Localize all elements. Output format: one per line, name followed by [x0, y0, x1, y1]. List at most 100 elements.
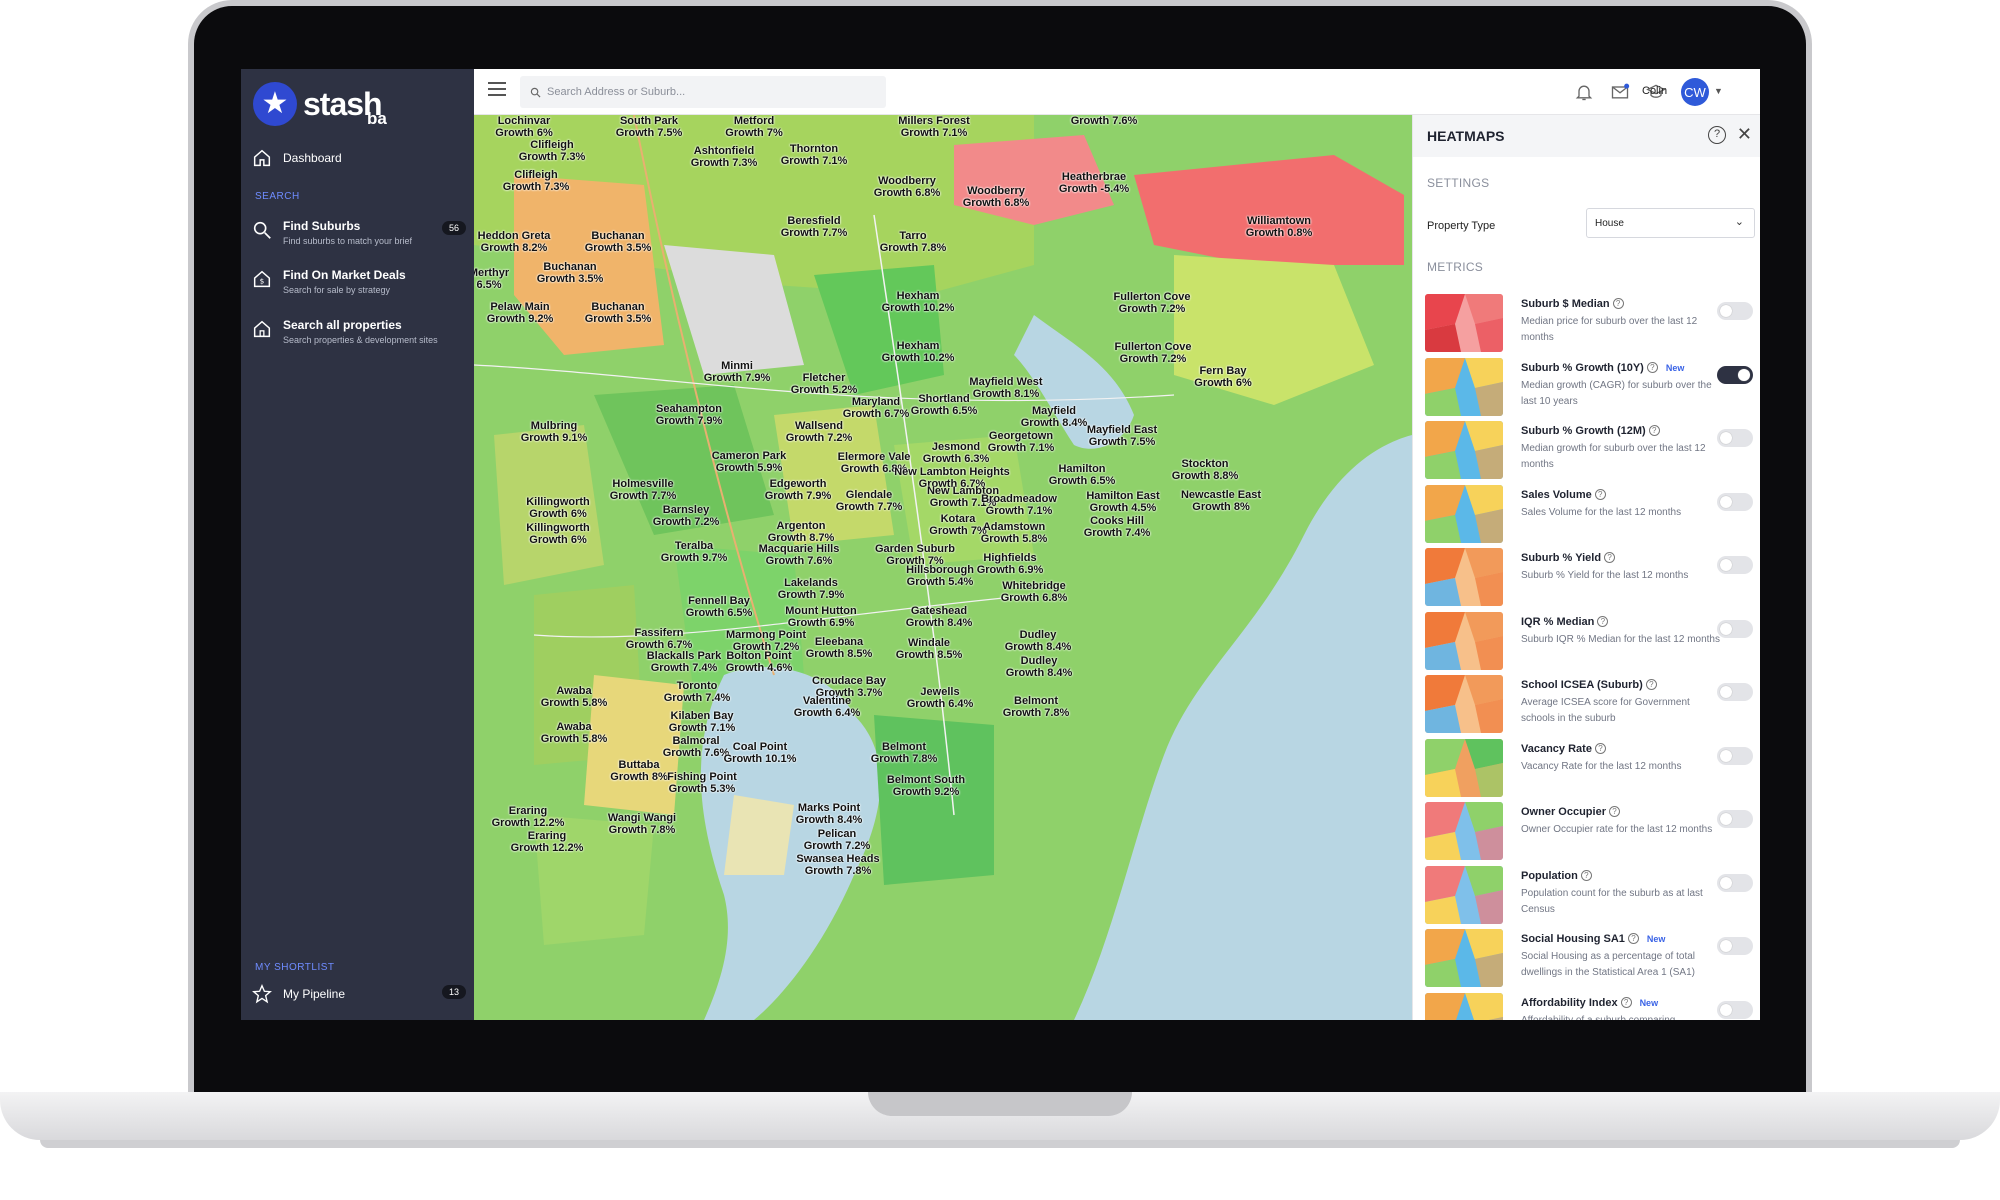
suburb-label[interactable]: Mayfield Growth 8.4% — [1021, 405, 1088, 429]
suburb-label[interactable]: Buttaba Growth 8% — [610, 759, 667, 783]
metric-toggle[interactable] — [1717, 365, 1753, 384]
suburb-label[interactable]: Mayfield West Growth 8.1% — [969, 376, 1042, 400]
hamburger-menu-icon[interactable] — [488, 82, 506, 98]
suburb-label[interactable]: Heddon Greta Growth 8.2% — [478, 230, 551, 254]
suburb-label[interactable]: Valentine Growth 6.4% — [794, 695, 861, 719]
metric-toggle[interactable] — [1717, 746, 1753, 765]
metric-toggle[interactable] — [1717, 619, 1753, 638]
metric-toggle[interactable] — [1717, 429, 1753, 447]
suburb-label[interactable]: Fassifern Growth 6.7% — [626, 627, 693, 651]
suburb-label[interactable]: Buchanan Growth 3.5% — [537, 261, 604, 285]
suburb-label[interactable]: Lakelands Growth 7.9% — [778, 577, 845, 601]
user-avatar[interactable]: CW — [1681, 78, 1709, 106]
suburb-label[interactable]: Clifleigh Growth 7.3% — [503, 169, 570, 193]
suburb-label[interactable]: Belmont South Growth 9.2% — [887, 774, 965, 798]
suburb-label[interactable]: Fishing Point Growth 5.3% — [667, 771, 737, 795]
suburb-label[interactable]: Highfields Growth 6.9% — [977, 552, 1044, 576]
mail-icon[interactable] — [1610, 82, 1630, 102]
info-icon[interactable]: ? — [1597, 615, 1609, 627]
suburb-label[interactable]: Shortland Growth 6.5% — [911, 393, 978, 417]
suburb-label[interactable]: Wallsend Growth 7.2% — [786, 420, 853, 444]
suburb-label[interactable]: Macquarie Hills Growth 7.6% — [759, 543, 840, 567]
suburb-label[interactable]: Minmi Growth 7.9% — [704, 360, 771, 384]
suburb-label[interactable]: Adamstown Growth 5.8% — [981, 521, 1048, 545]
info-icon[interactable]: ? — [1604, 552, 1616, 563]
suburb-label[interactable]: Lochinvar Growth 6% — [495, 115, 552, 139]
suburb-label[interactable]: Killingworth Growth 6% — [526, 522, 590, 546]
suburb-label[interactable]: Fern Bay Growth 6% — [1194, 365, 1251, 389]
suburb-label[interactable]: Awaba Growth 5.8% — [541, 721, 608, 745]
suburb-label[interactable]: Jewells Growth 6.4% — [907, 686, 974, 710]
suburb-label[interactable]: Mayfield East Growth 7.5% — [1087, 424, 1157, 448]
metric-toggle[interactable] — [1717, 683, 1753, 701]
suburb-label[interactable]: Hamilton Growth 6.5% — [1049, 463, 1116, 487]
suburb-label[interactable]: Ashtonfield Growth 7.3% — [691, 145, 758, 169]
suburb-label[interactable]: Cooks Hill Growth 7.4% — [1084, 515, 1151, 539]
suburb-label[interactable]: Pelaw Main Growth 9.2% — [487, 301, 554, 325]
suburb-label[interactable]: Whitebridge Growth 6.8% — [1001, 580, 1068, 604]
suburb-label[interactable]: Toronto Growth 7.4% — [664, 680, 731, 704]
metric-toggle[interactable] — [1717, 302, 1753, 320]
suburb-label[interactable]: Killingworth Growth 6% — [526, 496, 590, 520]
suburb-label[interactable]: Wangi Wangi Growth 7.8% — [608, 812, 676, 836]
suburb-label[interactable]: Metford Growth 7% — [725, 115, 782, 139]
metric-toggle[interactable] — [1717, 937, 1753, 955]
suburb-label[interactable]: Cameron Park Growth 5.9% — [712, 450, 787, 474]
info-icon[interactable]: ? — [1646, 361, 1658, 373]
suburb-label[interactable]: Hamilton East Growth 4.5% — [1086, 490, 1159, 514]
nav-my-pipeline[interactable]: My Pipeline 13 — [251, 983, 466, 1005]
suburb-label[interactable]: Eraring Growth 12.2% — [511, 830, 584, 854]
suburb-label[interactable]: Fennell Bay Growth 6.5% — [686, 595, 753, 619]
suburb-label[interactable]: Mount Hutton Growth 6.9% — [785, 605, 856, 629]
suburb-label[interactable]: Georgetown Growth 7.1% — [988, 430, 1055, 454]
suburb-label[interactable]: Maryland Growth 6.7% — [843, 396, 910, 420]
suburb-label[interactable]: Jesmond Growth 6.3% — [923, 441, 990, 465]
suburb-label[interactable]: Pelican Growth 7.2% — [804, 828, 871, 852]
chevron-down-icon[interactable]: ▼ — [1714, 86, 1723, 96]
suburb-label[interactable]: Coal Point Growth 10.1% — [724, 741, 797, 765]
metric-toggle[interactable] — [1717, 492, 1753, 511]
suburb-label[interactable]: Growth 7.6% — [1071, 115, 1138, 127]
suburb-label[interactable]: Belmont Growth 7.8% — [871, 741, 938, 765]
property-type-select[interactable]: House ⌄ — [1586, 208, 1755, 238]
suburb-label[interactable]: Holmesville Growth 7.7% — [610, 478, 677, 502]
suburb-label[interactable]: Woodberry Growth 6.8% — [963, 185, 1030, 209]
suburb-label[interactable]: Balmoral Growth 7.6% — [663, 735, 730, 759]
nav-dashboard[interactable]: Dashboard — [251, 147, 466, 169]
suburb-label[interactable]: Awaba Growth 5.8% — [541, 685, 608, 709]
suburb-label[interactable]: Tarro Growth 7.8% — [880, 230, 947, 254]
address-search-input[interactable] — [547, 86, 877, 98]
suburb-label[interactable]: Buchanan Growth 3.5% — [585, 230, 652, 254]
suburb-label[interactable]: Eleebana Growth 8.5% — [806, 636, 873, 660]
suburb-label[interactable]: Kotara Growth 7% — [929, 513, 986, 537]
nav-search-all-properties[interactable]: Search all properties Search properties … — [251, 318, 466, 345]
suburb-label[interactable]: Williamtown Growth 0.8% — [1246, 215, 1313, 239]
suburb-label[interactable]: Beresfield Growth 7.7% — [781, 215, 848, 239]
suburb-label[interactable]: Merthyr6.5% — [474, 267, 509, 291]
info-icon[interactable]: ? — [1594, 488, 1606, 500]
info-icon[interactable]: ? — [1645, 679, 1657, 690]
info-icon[interactable]: ? — [1620, 996, 1632, 1008]
suburb-label[interactable]: Teralba Growth 9.7% — [661, 540, 728, 564]
suburb-label[interactable]: Belmont Growth 7.8% — [1003, 695, 1070, 719]
logo[interactable]: ★ stash — [253, 79, 383, 129]
suburb-label[interactable]: Argenton Growth 8.7% — [768, 520, 835, 544]
suburb-label[interactable]: Swansea Heads Growth 7.8% — [796, 853, 879, 877]
suburb-label[interactable]: Windale Growth 8.5% — [896, 637, 963, 661]
heatmap-map[interactable]: Lochinvar Growth 6% South Park Growth 7.5% M… — [474, 115, 1412, 1020]
suburb-label[interactable]: Hexham Growth 10.2% — [882, 290, 955, 314]
suburb-label[interactable]: Stockton Growth 8.8% — [1172, 458, 1239, 482]
suburb-label[interactable]: Newcastle East Growth 8% — [1181, 489, 1261, 513]
suburb-label[interactable]: Clifleigh Growth 7.3% — [519, 139, 586, 163]
info-icon[interactable]: ? — [1608, 806, 1620, 817]
suburb-label[interactable]: Barnsley Growth 7.2% — [653, 504, 720, 528]
suburb-label[interactable]: South Park Growth 7.5% — [616, 115, 683, 139]
suburb-label[interactable]: Mulbring Growth 9.1% — [521, 420, 588, 444]
suburb-label[interactable]: Woodberry Growth 6.8% — [874, 175, 941, 199]
suburb-label[interactable]: Edgeworth Growth 7.9% — [765, 478, 832, 502]
suburb-label[interactable]: Kilaben Bay Growth 7.1% — [669, 710, 736, 734]
info-icon[interactable]: ? — [1594, 742, 1606, 754]
close-icon[interactable]: ✕ — [1737, 124, 1752, 145]
info-icon[interactable]: ? — [1627, 933, 1639, 944]
suburb-label[interactable]: Gateshead Growth 8.4% — [906, 605, 973, 629]
